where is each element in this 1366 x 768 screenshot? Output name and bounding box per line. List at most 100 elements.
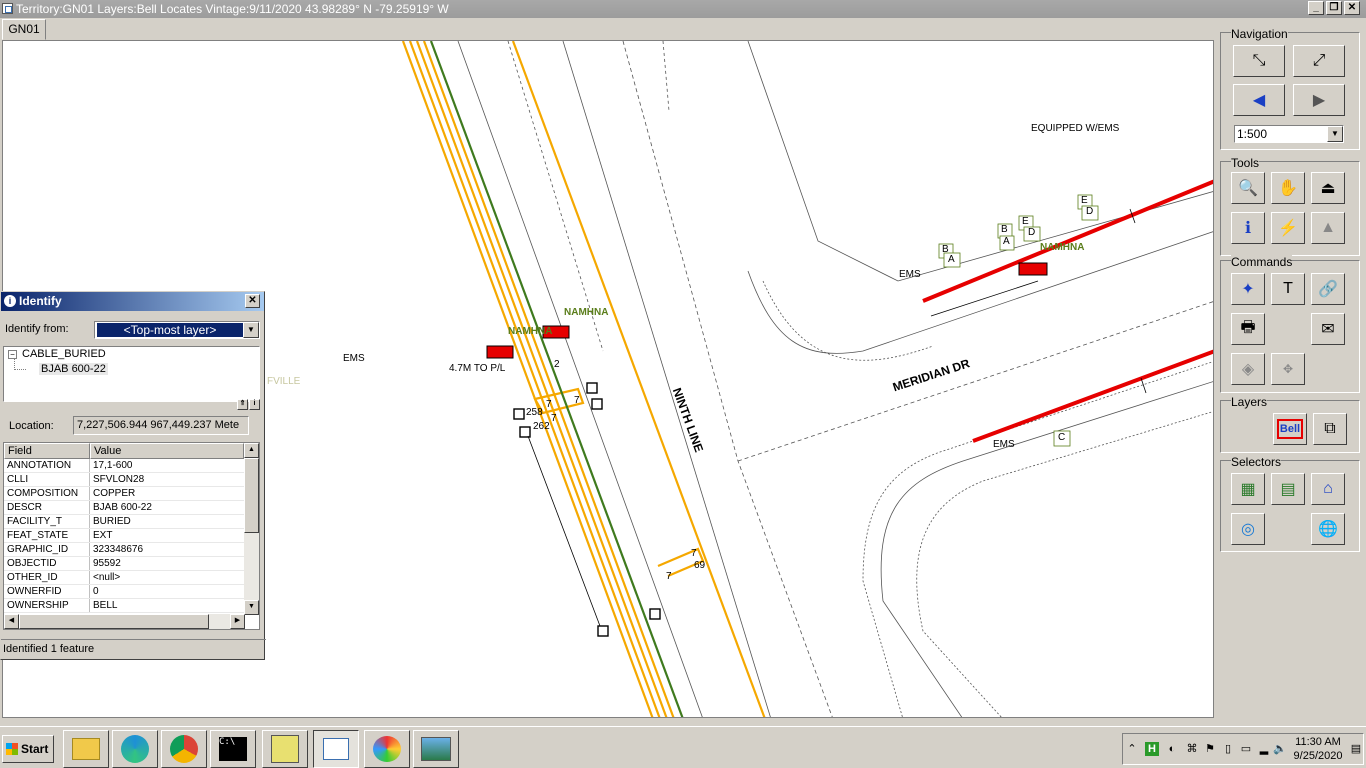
- vertical-scrollbar[interactable]: ▲ ▼: [244, 443, 259, 615]
- print-command-button[interactable]: 🖶: [1231, 313, 1265, 345]
- vertex-square: [591, 398, 603, 410]
- cable-orange: [422, 41, 675, 717]
- text-command-button[interactable]: T: [1271, 273, 1305, 305]
- road-centerline: [737, 301, 1213, 462]
- clock-time: 11:30 AM: [1295, 736, 1341, 748]
- zoom-tool-button[interactable]: 🔍: [1231, 172, 1265, 204]
- pane-info-button[interactable]: i: [249, 399, 260, 410]
- center-command-button[interactable]: ◈: [1231, 353, 1265, 385]
- minimize-button[interactable]: _: [1308, 1, 1324, 15]
- table-row[interactable]: DESCR BJAB 600-22: [4, 501, 259, 515]
- restore-button[interactable]: ❐: [1326, 1, 1342, 15]
- map-label-number: 262: [533, 421, 550, 432]
- scroll-thumb[interactable]: [244, 458, 259, 533]
- scroll-right-button[interactable]: ▶: [230, 614, 245, 629]
- bell-layer-button[interactable]: Bell: [1273, 413, 1307, 445]
- table-row[interactable]: FACILITY_T BURIED: [4, 515, 259, 529]
- value-cell: EXT: [93, 530, 113, 541]
- vertex-square: [513, 408, 525, 420]
- table-row[interactable]: ANNOTATION 17,1-600: [4, 459, 259, 473]
- scroll-thumb[interactable]: [19, 614, 209, 629]
- attribute-grid[interactable]: Field Value ANNOTATION 17,1-600 CLLI SFVLON…: [3, 442, 260, 630]
- layers-title: Layers: [1231, 395, 1268, 409]
- table-row[interactable]: CLLI SFVLON28: [4, 473, 259, 487]
- map-label-namhna: NAMHNA: [508, 326, 553, 337]
- north-arrow-button[interactable]: ▲: [1311, 212, 1345, 244]
- taskbar-edge[interactable]: [112, 730, 158, 768]
- start-button[interactable]: Start: [2, 735, 54, 763]
- identify-tool-button[interactable]: ℹ: [1231, 212, 1265, 244]
- taskbar-map-app[interactable]: [262, 730, 308, 768]
- right-arrow-icon: ▶: [1312, 92, 1326, 109]
- film-selector-button[interactable]: ▤: [1271, 473, 1305, 505]
- field-cell: ANNOTATION: [4, 459, 90, 472]
- signal-tray-icon[interactable]: ▂: [1257, 742, 1271, 756]
- tree-node-cable-buried[interactable]: CABLE_BURIED: [22, 348, 106, 360]
- forward-button[interactable]: ▶: [1293, 84, 1345, 116]
- col-field[interactable]: Field: [4, 443, 90, 459]
- zoom-full-extent-button[interactable]: ⤢: [1293, 45, 1345, 77]
- vertex-square: [519, 426, 531, 438]
- chevron-down-icon[interactable]: ▼: [1327, 126, 1343, 142]
- target-selector-button[interactable]: ◎: [1231, 513, 1265, 545]
- network-tray-icon[interactable]: ⌘: [1185, 742, 1199, 756]
- taskbar-explorer[interactable]: [63, 730, 109, 768]
- show-hidden-icons-chevron-icon[interactable]: ⌃: [1125, 742, 1139, 756]
- globe-tray-icon[interactable]: ◐: [1165, 742, 1179, 756]
- identify-title: Identify: [19, 294, 62, 308]
- identify-tree[interactable]: − CABLE_BURIED BJAB 600-22: [3, 346, 260, 402]
- lightning-tool-button[interactable]: ⚡: [1271, 212, 1305, 244]
- tree-node-bjab[interactable]: BJAB 600-22: [39, 363, 108, 375]
- collapse-icon[interactable]: −: [8, 350, 17, 359]
- map-label-distance: 4.7M TO P/L: [449, 363, 506, 374]
- horizontal-scrollbar[interactable]: ◀ ▶: [4, 614, 245, 629]
- clock[interactable]: 11:30 AM 9/25/2020: [1287, 735, 1349, 763]
- scale-select[interactable]: 1:500 ▼: [1234, 125, 1344, 143]
- close-button[interactable]: ✕: [245, 294, 260, 308]
- table-row[interactable]: OWNERSHIP BELL: [4, 599, 259, 613]
- tab-gn01[interactable]: GN01: [2, 19, 46, 40]
- scroll-left-button[interactable]: ◀: [4, 614, 19, 629]
- scroll-up-button[interactable]: ▲: [244, 443, 259, 458]
- close-button[interactable]: ✕: [1344, 1, 1360, 15]
- taskbar-paint[interactable]: [364, 730, 410, 768]
- chevron-down-icon[interactable]: ▼: [243, 322, 259, 338]
- taskbar-active-window[interactable]: [313, 730, 359, 768]
- col-value[interactable]: Value: [90, 443, 244, 459]
- taskbar-chrome[interactable]: [161, 730, 207, 768]
- pan-tool-button[interactable]: ✋: [1271, 172, 1305, 204]
- measure-tool-button[interactable]: ⏏: [1311, 172, 1345, 204]
- volume-tray-icon[interactable]: 🔈: [1273, 742, 1287, 756]
- map-label-number: 258: [526, 407, 543, 418]
- identify-from-select[interactable]: <Top-most layer> ▼: [94, 321, 260, 339]
- link-command-button[interactable]: 🔗: [1311, 273, 1345, 305]
- globe-selector-button[interactable]: 🌐: [1311, 513, 1345, 545]
- flag-tray-icon[interactable]: ⚑: [1203, 742, 1217, 756]
- pane-up-button[interactable]: ⇑: [237, 399, 248, 410]
- table-row[interactable]: OBJECTID 95592: [4, 557, 259, 571]
- h-app-tray-icon[interactable]: H: [1145, 742, 1159, 756]
- table-row[interactable]: COMPOSITION COPPER: [4, 487, 259, 501]
- table-row[interactable]: OWNERFID 0: [4, 585, 259, 599]
- scroll-down-button[interactable]: ▼: [244, 600, 259, 615]
- battery-tray-icon[interactable]: ▭: [1239, 742, 1253, 756]
- layer-list-button[interactable]: ⧉: [1313, 413, 1347, 445]
- device-tray-icon[interactable]: ▯: [1221, 742, 1235, 756]
- table-row[interactable]: GRAPHIC_ID 323348676: [4, 543, 259, 557]
- map-label-ems: EMS: [993, 439, 1015, 450]
- identify-status: Identified 1 feature: [3, 643, 95, 655]
- film-icon: ▤: [1280, 481, 1296, 498]
- taskbar-terminal[interactable]: C:\: [210, 730, 256, 768]
- vertex-square: [597, 625, 609, 637]
- export-command-button[interactable]: ✉: [1311, 313, 1345, 345]
- back-button[interactable]: ◀: [1233, 84, 1285, 116]
- table-row[interactable]: OTHER_ID <null>: [4, 571, 259, 585]
- zoom-in-extent-button[interactable]: ⤡: [1233, 45, 1285, 77]
- table-row[interactable]: FEAT_STATE EXT: [4, 529, 259, 543]
- locate-command-button[interactable]: ✦: [1231, 273, 1265, 305]
- building-selector-button[interactable]: ⌂: [1311, 473, 1345, 505]
- taskbar-photos[interactable]: [413, 730, 459, 768]
- grid-selector-button[interactable]: ▦: [1231, 473, 1265, 505]
- move-command-button[interactable]: ✥: [1271, 353, 1305, 385]
- notification-icon[interactable]: ▤: [1349, 742, 1363, 756]
